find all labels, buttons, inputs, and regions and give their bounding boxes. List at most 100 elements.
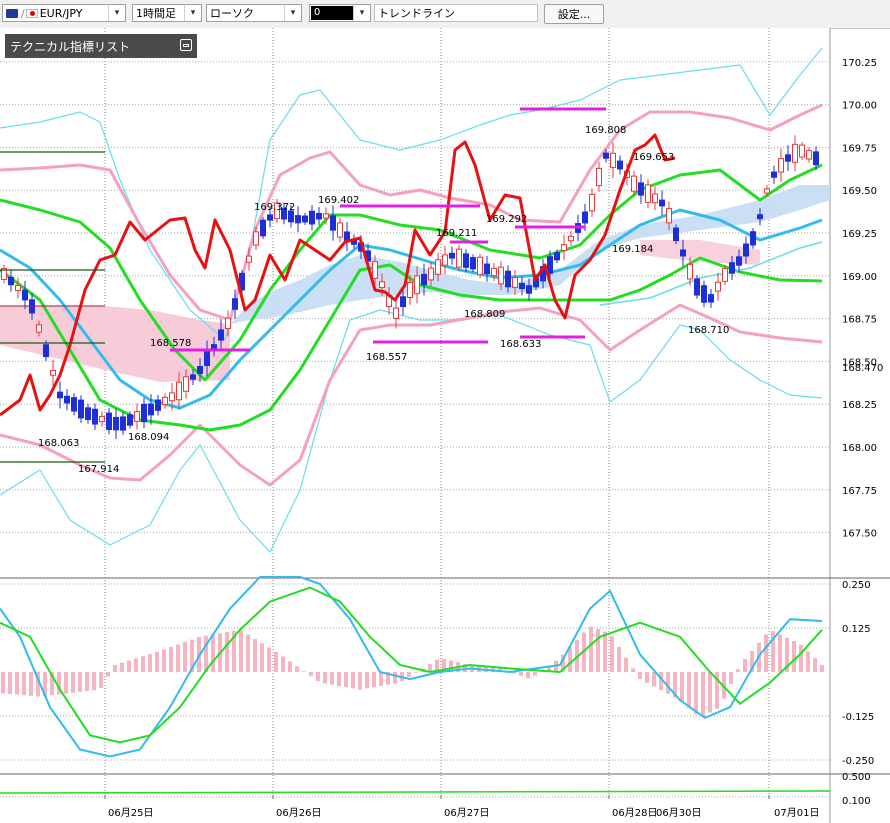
price-axis-label: 170.00	[842, 101, 877, 112]
color-select[interactable]: 0 ▾	[309, 4, 371, 22]
histogram-bar	[652, 672, 656, 687]
histogram-bar	[169, 647, 173, 672]
histogram-bar	[239, 630, 243, 672]
candle-body	[582, 211, 588, 224]
timeframe-select[interactable]: 1時間足 ▾	[132, 4, 202, 22]
candle-body	[477, 256, 483, 276]
candle-body	[512, 277, 518, 288]
candle-body	[743, 243, 749, 257]
candle-body	[519, 282, 525, 290]
date-axis-label: 06月30日	[656, 807, 701, 819]
histogram-bar	[666, 672, 670, 694]
histogram-bar	[183, 642, 187, 672]
histogram-bar	[351, 672, 355, 689]
price-label: 169.808	[585, 125, 626, 136]
price-label: 169.211	[436, 228, 477, 239]
histogram-bar	[323, 672, 327, 684]
candle-body	[673, 227, 679, 242]
chevron-down-icon[interactable]: ▾	[284, 5, 301, 21]
date-axis-label: 06月26日	[276, 807, 321, 819]
candle-body	[155, 399, 161, 411]
candle-body	[302, 215, 308, 223]
candle-body	[554, 252, 560, 261]
candle-body	[204, 350, 210, 366]
histogram-bar	[337, 672, 341, 686]
candle-body	[764, 188, 770, 194]
price-label: 168.063	[38, 438, 79, 449]
chart-type-select[interactable]: ローソク ▾	[206, 4, 302, 22]
candle-body	[491, 267, 497, 277]
price-axis-label: 169.75	[842, 143, 877, 154]
date-axis-label: 07月01日	[774, 807, 819, 819]
price-label: 169.292	[486, 214, 527, 225]
histogram-bar	[302, 671, 306, 672]
candle-body	[22, 289, 28, 301]
candle-body	[8, 276, 14, 286]
candle-body	[659, 199, 665, 207]
histogram-bar	[610, 636, 614, 672]
candle-body	[323, 213, 329, 219]
indicator-list-title: テクニカル指標リスト	[10, 39, 131, 54]
minimize-icon[interactable]	[180, 39, 192, 51]
price-label: 169.402	[318, 195, 359, 206]
symbol-select[interactable]: / EUR/JPY ▾	[2, 4, 126, 22]
candle-body	[372, 261, 378, 279]
eu-flag-icon	[6, 8, 18, 18]
histogram-bar	[64, 672, 68, 694]
histogram-bar	[645, 672, 649, 683]
candle-body	[785, 154, 791, 162]
sub-axis-label: 0.500	[842, 772, 871, 783]
color-swatch: 0	[311, 6, 353, 20]
candle-body	[113, 416, 119, 431]
histogram-bar	[1, 672, 5, 694]
candle-body	[260, 219, 266, 237]
histogram-bar	[624, 657, 628, 672]
candle-body	[141, 403, 147, 423]
candle-body	[211, 344, 217, 350]
histogram-bar	[225, 632, 229, 672]
price-label: 169.184	[612, 244, 653, 255]
price-axis-label: 169.00	[842, 272, 877, 283]
histogram-bar	[729, 672, 733, 684]
candle-body	[120, 416, 126, 431]
histogram-bar	[708, 672, 712, 713]
histogram-bar	[680, 672, 684, 702]
candle-body	[407, 281, 413, 299]
date-axis-label: 06月25日	[108, 807, 153, 819]
candle-body	[631, 175, 637, 192]
histogram-bar	[267, 647, 271, 672]
histogram-bar	[617, 647, 621, 672]
candle-body	[603, 152, 609, 159]
candle-body	[771, 171, 777, 178]
histogram-bar	[281, 656, 285, 672]
candle-body	[722, 268, 728, 282]
price-label: 169.372	[254, 202, 295, 213]
histogram-bar	[92, 672, 96, 691]
chevron-down-icon[interactable]: ▾	[353, 5, 370, 21]
chevron-down-icon[interactable]: ▾	[108, 5, 125, 21]
drawing-tool-field[interactable]: トレンドライン	[374, 4, 538, 22]
timeframe-label: 1時間足	[136, 7, 176, 20]
candle-body	[190, 374, 196, 380]
price-axis-label: 167.75	[842, 486, 877, 497]
candle-body	[127, 414, 133, 426]
candle-body	[316, 212, 322, 220]
candle-body	[610, 152, 616, 168]
candle-body	[813, 151, 819, 166]
oscillator-axis-label: -0.250	[842, 756, 874, 767]
chevron-down-icon[interactable]: ▾	[184, 5, 201, 21]
candle-body	[15, 284, 21, 292]
jp-flag-icon	[25, 8, 38, 18]
candle-body	[547, 256, 553, 274]
candle-body	[701, 285, 707, 303]
settings-button[interactable]: 設定...	[544, 4, 604, 24]
indicator-list-panel[interactable]: テクニカル指標リスト	[5, 34, 197, 58]
drawing-tool-label: トレンドライン	[378, 7, 455, 20]
histogram-bar	[309, 672, 313, 677]
price-label: 167.914	[78, 464, 119, 475]
histogram-bar	[596, 629, 600, 672]
histogram-bar	[211, 634, 215, 672]
histogram-bar	[316, 672, 320, 682]
candle-body	[652, 193, 658, 204]
price-chart[interactable]: 168.063 167.914 168.094 168.578 169.372 169.4…	[0, 28, 890, 823]
